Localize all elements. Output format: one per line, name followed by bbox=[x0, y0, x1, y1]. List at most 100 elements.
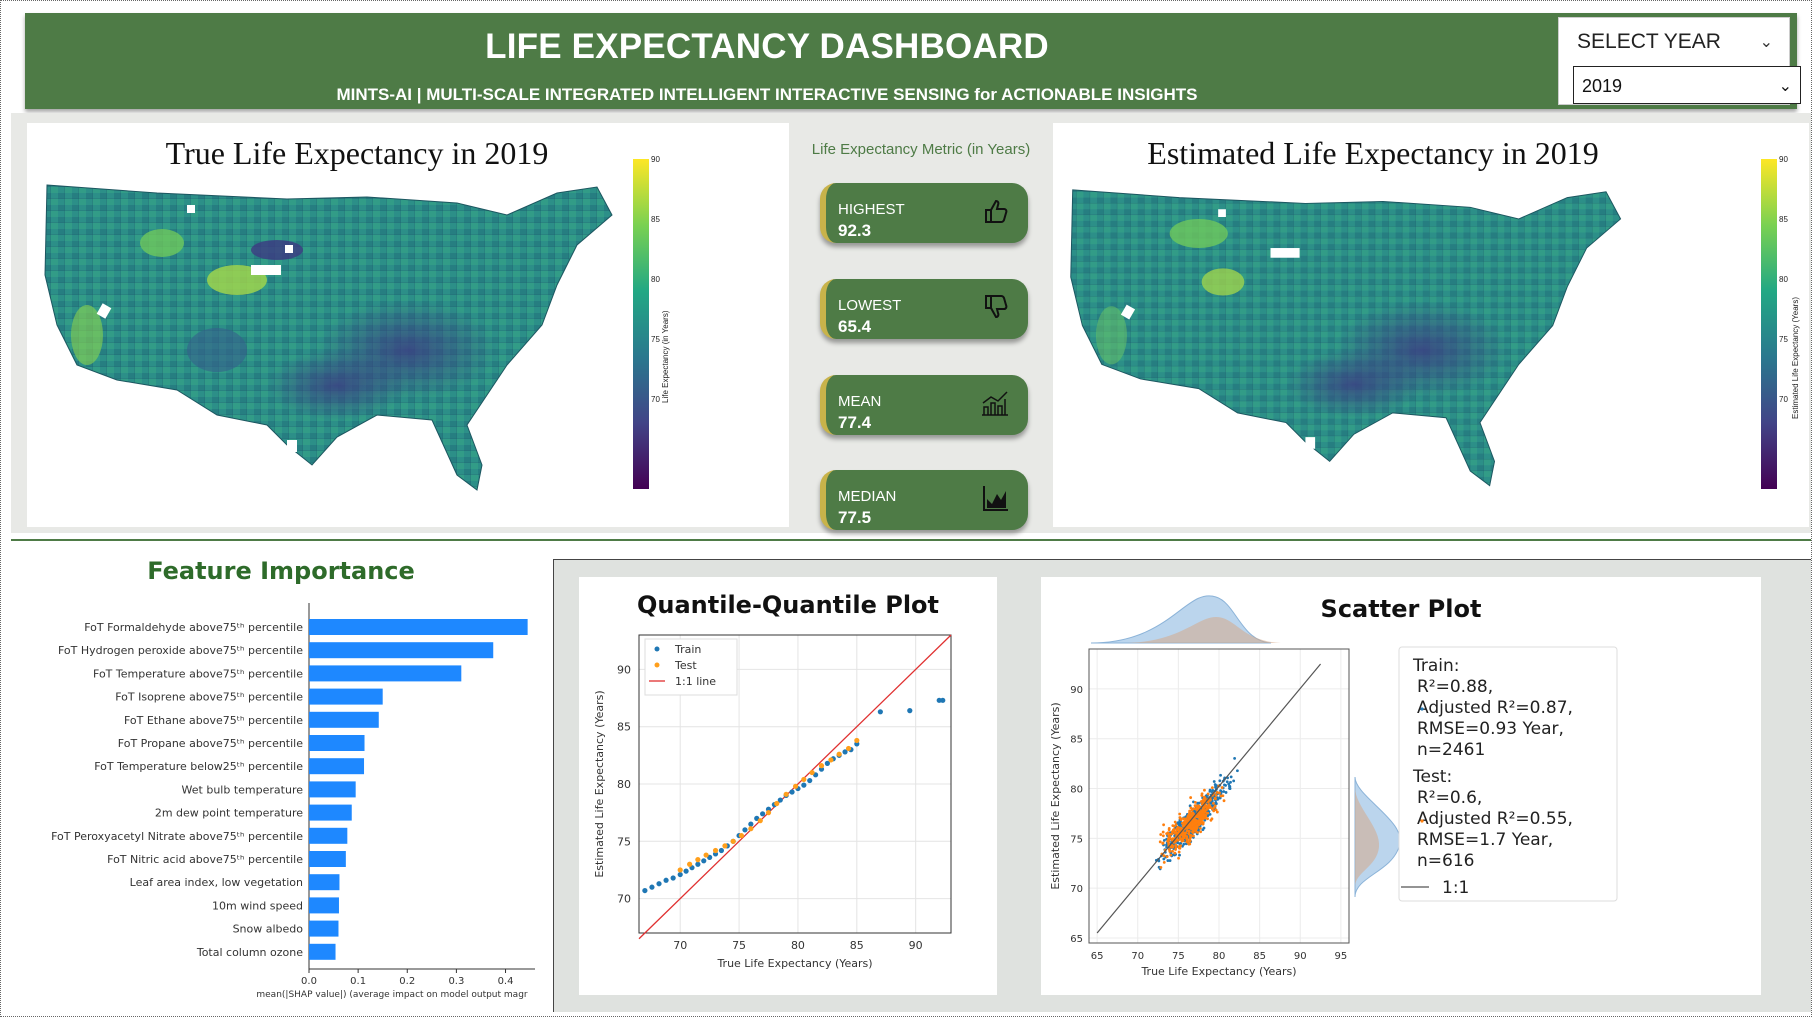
bar-category-label: FoT Isoprene above75ᵗʰ percentile bbox=[115, 691, 303, 704]
train-point bbox=[677, 871, 683, 878]
train-point bbox=[649, 884, 655, 890]
bar bbox=[309, 688, 383, 705]
test-point bbox=[1169, 853, 1173, 857]
collapse-chevron-icon[interactable]: ⌄ bbox=[1760, 32, 1773, 52]
bar-category-label: 10m wind speed bbox=[212, 899, 303, 912]
train-point bbox=[742, 827, 748, 833]
x-tick-label: 85 bbox=[1253, 951, 1266, 962]
test-point bbox=[1210, 786, 1214, 790]
bar bbox=[309, 781, 356, 798]
year-dropdown-value: 2019 bbox=[1582, 76, 1623, 96]
test-point bbox=[801, 776, 807, 783]
kpi-label: HIGHEST bbox=[838, 201, 905, 218]
test-point bbox=[757, 818, 763, 824]
test-point bbox=[1219, 794, 1223, 798]
test-point bbox=[1194, 800, 1197, 804]
legend-train-text: Train: bbox=[1412, 656, 1460, 676]
legend-train-text: R²=0.88, bbox=[1417, 677, 1493, 697]
test-point bbox=[1198, 822, 1202, 826]
dashboard-title: LIFE EXPECTANCY DASHBOARD bbox=[485, 27, 1049, 66]
bar bbox=[309, 804, 352, 821]
test-point bbox=[854, 737, 860, 744]
header-banner: LIFE EXPECTANCY DASHBOARD MINTS-AI | MUL… bbox=[25, 13, 1801, 109]
test-point bbox=[1195, 826, 1199, 829]
x-tick-label: 85 bbox=[850, 939, 864, 952]
test-point bbox=[1204, 813, 1207, 817]
year-dropdown[interactable]: 2019 ⌄ bbox=[1573, 66, 1801, 104]
bar-category-label: FoT Temperature above75ᵗʰ percentile bbox=[93, 667, 303, 680]
test-point bbox=[1161, 834, 1165, 838]
test-point bbox=[1161, 842, 1165, 845]
kpi-value: 65.4 bbox=[838, 317, 872, 336]
feature-importance-title: Feature Importance bbox=[147, 557, 415, 585]
x-tick-label: 0.4 bbox=[498, 976, 514, 987]
test-point bbox=[1178, 846, 1182, 850]
bar-category-label: FoT Peroxyacetyl Nitrate above75ᵗʰ perce… bbox=[51, 830, 303, 843]
bar bbox=[309, 897, 339, 914]
train-point bbox=[656, 881, 662, 887]
estimated-map-colorbar bbox=[1761, 159, 1777, 489]
y-tick-label: 80 bbox=[1070, 785, 1083, 796]
test-point bbox=[1162, 854, 1166, 858]
y-tick-label: 85 bbox=[1070, 735, 1083, 746]
legend-label: Train bbox=[674, 643, 701, 656]
bar bbox=[309, 665, 462, 682]
train-point bbox=[1233, 757, 1237, 760]
x-tick-label: 0.0 bbox=[301, 976, 317, 987]
x-tick-label: 75 bbox=[1172, 951, 1185, 962]
test-point bbox=[1174, 823, 1178, 827]
test-point bbox=[1158, 840, 1162, 844]
qq-plot-chart: 70 75 80 85 90 70 75 80 85 90 True Life Expectancy… bbox=[593, 634, 952, 970]
x-tick-label: 65 bbox=[1091, 951, 1104, 962]
x-tick-label: 80 bbox=[1213, 951, 1226, 962]
estimated-life-expectancy-map[interactable] bbox=[1063, 175, 1703, 515]
y-axis-label: Estimated Life Expectancy (Years) bbox=[1049, 702, 1062, 889]
train-point bbox=[663, 877, 669, 883]
x-tick-label: 0.3 bbox=[448, 976, 464, 987]
bar-category-label: FoT Hydrogen peroxide above75ᵗʰ percenti… bbox=[58, 644, 303, 657]
test-point bbox=[1174, 845, 1178, 849]
x-axis-label: mean(|SHAP value|) (average impact on mo… bbox=[256, 990, 528, 1000]
true-map-colorbar-label: Life Expectancy (in Years) bbox=[661, 310, 670, 404]
test-point bbox=[1173, 851, 1177, 855]
test-point bbox=[1180, 832, 1184, 836]
train-point bbox=[1168, 859, 1172, 862]
test-point bbox=[730, 838, 736, 844]
test-point bbox=[1210, 817, 1214, 821]
test-point bbox=[1198, 812, 1202, 816]
kpi-highest-card: HIGHEST 92.3 bbox=[820, 183, 1028, 243]
kpi-value: 92.3 bbox=[838, 221, 872, 240]
bar bbox=[309, 642, 494, 659]
cbar-tick: 75 bbox=[651, 335, 660, 344]
test-point bbox=[1181, 824, 1185, 828]
legend-label: Test bbox=[674, 659, 697, 672]
legend-train-text: RMSE=0.93 Year, bbox=[1417, 719, 1564, 739]
cbar-tick: 85 bbox=[651, 215, 660, 224]
test-point bbox=[1214, 793, 1218, 797]
test-point bbox=[1190, 827, 1194, 831]
x-tick-label: 0.1 bbox=[350, 976, 366, 987]
chevron-down-icon[interactable]: ⌄ bbox=[1779, 76, 1792, 96]
cbar-tick: 80 bbox=[651, 275, 660, 284]
train-point bbox=[1178, 853, 1181, 857]
train-point bbox=[1219, 773, 1222, 777]
test-point bbox=[1189, 806, 1193, 810]
train-point bbox=[1236, 769, 1239, 773]
y-tick-label: 90 bbox=[1070, 685, 1083, 696]
test-point bbox=[1202, 795, 1206, 799]
section-divider bbox=[11, 539, 1811, 541]
train-point bbox=[1214, 800, 1218, 804]
true-life-expectancy-map[interactable] bbox=[37, 175, 697, 515]
legend-train-text: n=2461 bbox=[1417, 740, 1485, 760]
kpi-label: MEAN bbox=[838, 393, 882, 410]
train-point bbox=[1214, 784, 1218, 788]
cbar-tick: 90 bbox=[1779, 155, 1788, 164]
test-point bbox=[1161, 830, 1165, 834]
train-point bbox=[1182, 842, 1186, 846]
legend-label: 1:1 line bbox=[675, 675, 716, 688]
test-point bbox=[1165, 855, 1169, 859]
train-point bbox=[683, 868, 689, 874]
legend-train-marker bbox=[1420, 707, 1424, 711]
metric-section-title: Life Expectancy Metric (in Years) bbox=[811, 141, 1031, 158]
test-point bbox=[783, 791, 789, 797]
